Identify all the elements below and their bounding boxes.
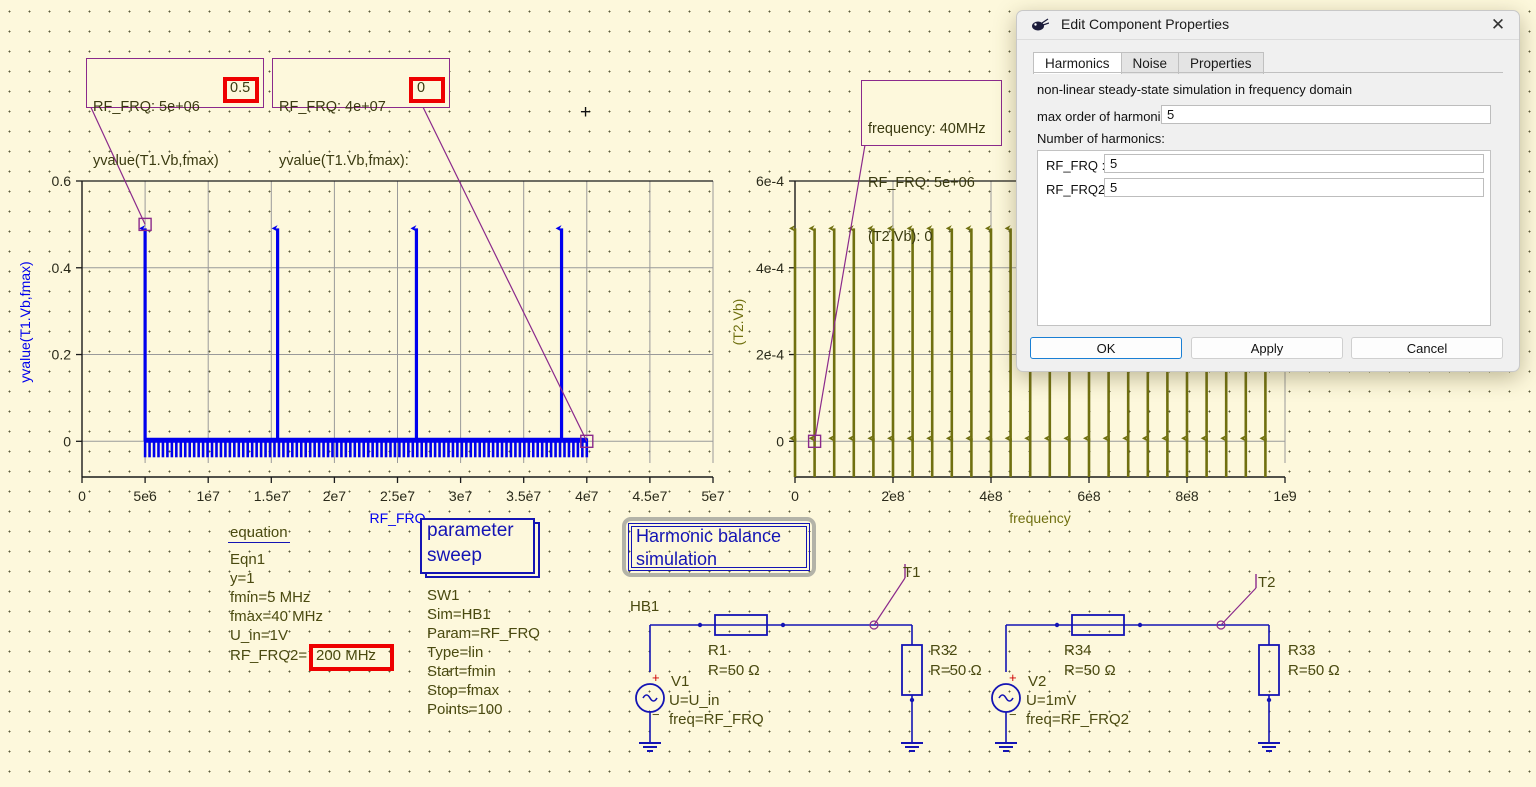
component-label-r33: R33 — [1288, 642, 1316, 659]
harmonic-balance-name: HB1 — [630, 598, 660, 615]
component-value-r33: R=50 Ω — [1288, 662, 1340, 679]
edit-component-properties-dialog[interactable]: Edit Component Properties ✕ Harmonics Noi… — [1016, 10, 1520, 372]
dialog-description: non-linear steady-state simulation in fr… — [1037, 82, 1353, 97]
max-order-input[interactable] — [1161, 105, 1491, 124]
component-label-r34: R34 — [1064, 642, 1092, 659]
component-label-v2: V2 — [1028, 673, 1047, 690]
equation-block-line-3: U_in=1V — [230, 627, 288, 644]
close-icon[interactable]: ✕ — [1487, 15, 1509, 35]
component-value-r1: R=50 Ω — [708, 662, 760, 679]
equation-block-underline — [228, 542, 290, 543]
dialog-tabs[interactable]: Harmonics Noise Properties — [1033, 52, 1264, 74]
harmonics-table: RF_FRQ : RF_FRQ2 : — [1037, 150, 1491, 326]
marker-value-1: 0.5 — [230, 80, 251, 96]
component-label-r1: R1 — [708, 642, 728, 659]
equation-block-line-0: y=1 — [230, 570, 255, 587]
harmonics-row-1-label: RF_FRQ2 : — [1046, 182, 1113, 197]
parameter-sweep-title-2: sweep — [427, 545, 482, 566]
marker-line-2: yvalue(T1.Vb,fmax): — [279, 153, 409, 169]
component-icon — [1032, 18, 1049, 31]
marker-line-2: RF_FRQ: 5e+06 — [868, 175, 975, 191]
parameter-sweep-prop-2: Type=lin — [427, 644, 484, 661]
tab-noise[interactable]: Noise — [1120, 52, 1180, 74]
tabstrip-underline — [1033, 72, 1503, 73]
component-label-r32: R32 — [930, 642, 958, 659]
equation-block-line-1: fmin=5 MHz — [230, 589, 311, 606]
parameter-sweep-prop-3: Start=fmin — [427, 663, 496, 680]
apply-button[interactable]: Apply — [1191, 337, 1343, 359]
parameter-sweep-name: SW1 — [427, 587, 460, 604]
harmonic-balance-title-1: Harmonic balance — [636, 526, 782, 546]
polarity-minus-v2: − — [1009, 707, 1017, 722]
component-value-v1-line2: freq=RF_FRQ — [669, 711, 764, 728]
number-of-harmonics-label: Number of harmonics: — [1037, 131, 1165, 146]
component-value-r34: R=50 Ω — [1064, 662, 1116, 679]
equation-block-rf-frq2-label: RF_FRQ2= — [230, 647, 308, 664]
marker-box-right[interactable]: frequency: 40MHz RF_FRQ: 5e+06 (T2.Vb): … — [861, 80, 1002, 245]
component-value-r32: R=50 Ω — [930, 662, 982, 679]
harmonics-row-1-input[interactable] — [1104, 178, 1484, 197]
parameter-sweep-prop-5: Points=100 — [427, 701, 503, 718]
marker-highlight-2 — [409, 77, 445, 103]
parameter-sweep-prop-1: Param=RF_FRQ — [427, 625, 540, 642]
node-label-t2: T2 — [1258, 574, 1276, 591]
polarity-plus-v2: + — [1009, 670, 1017, 685]
marker-line-2: yvalue(T1.Vb,fmax) — [93, 153, 219, 169]
cancel-button[interactable]: Cancel — [1351, 337, 1503, 359]
marker-line-3: (T2.Vb): 0 — [868, 229, 933, 245]
equation-block-line-2: fmax=40 MHz — [230, 608, 323, 625]
component-value-v2-line1: U=1mV — [1026, 692, 1077, 709]
marker-line-1: frequency: 40MHz — [868, 121, 986, 137]
component-value-v2-line2: freq=RF_FRQ2 — [1026, 711, 1129, 728]
node-label-t1: T1 — [903, 564, 921, 581]
polarity-plus-v1: + — [652, 670, 660, 685]
parameter-sweep-prop-0: Sim=HB1 — [427, 606, 491, 623]
ok-button[interactable]: OK — [1030, 337, 1182, 359]
crosshair-cursor: + — [580, 102, 592, 123]
harmonic-balance-title-2: simulation — [636, 549, 718, 569]
tab-harmonics[interactable]: Harmonics — [1033, 52, 1122, 74]
component-value-v1-line1: U=U_in — [669, 692, 720, 709]
parameter-sweep-prop-4: Stop=fmax — [427, 682, 500, 699]
component-label-v1: V1 — [671, 673, 690, 690]
parameter-sweep-title-1: parameter — [427, 520, 514, 541]
max-order-label: max order of harmonics: — [1037, 109, 1178, 124]
equation-block-header: equation — [230, 524, 288, 541]
harmonics-row-0-input[interactable] — [1104, 154, 1484, 173]
equation-block-rf-frq2-value: 200 MHz — [316, 647, 377, 664]
dialog-title: Edit Component Properties — [1061, 16, 1230, 32]
tab-properties[interactable]: Properties — [1178, 52, 1264, 74]
marker-value-2: 0 — [417, 80, 426, 96]
polarity-minus-v1: − — [652, 707, 660, 722]
harmonics-row-0-label: RF_FRQ : — [1046, 158, 1106, 173]
dialog-titlebar[interactable]: Edit Component Properties ✕ — [1017, 11, 1519, 39]
equation-block-name: Eqn1 — [230, 551, 266, 568]
titlebar-divider — [1017, 39, 1519, 40]
